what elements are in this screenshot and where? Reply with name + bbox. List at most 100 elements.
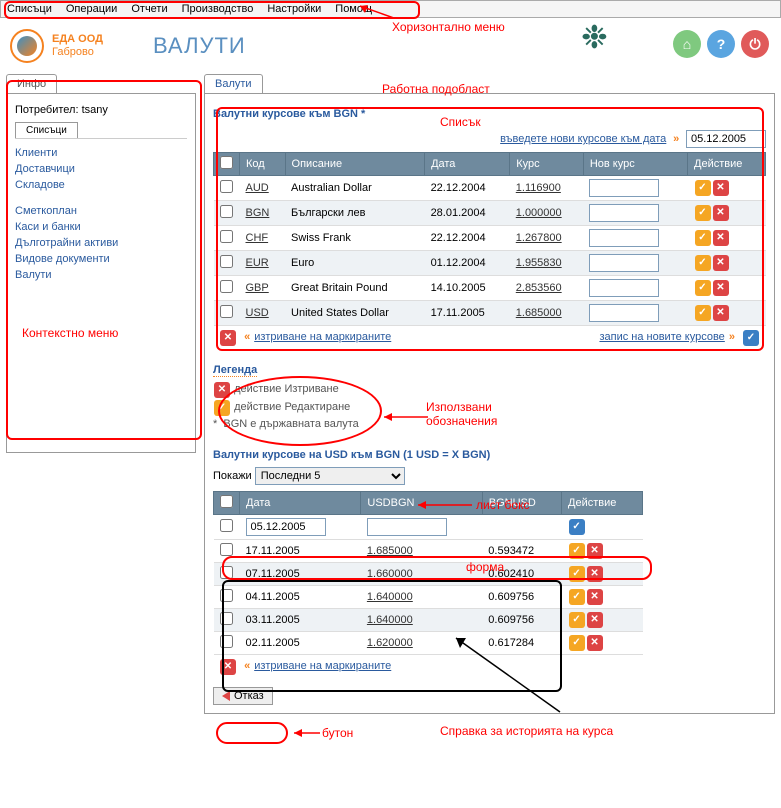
home-button[interactable]: ⌂ (673, 30, 701, 58)
delete-button[interactable]: ✕ (713, 205, 729, 221)
company-block: ЕДА ООД Габрово (52, 33, 103, 59)
currency-code-link[interactable]: EUR (246, 257, 269, 269)
form-usdbgn-input[interactable] (367, 518, 447, 536)
edit-button[interactable]: ✓ (569, 589, 585, 605)
delete-button[interactable]: ✕ (713, 305, 729, 321)
menu-help[interactable]: Помощ (335, 3, 372, 15)
new-rate-date-input[interactable] (686, 130, 766, 148)
delete-button[interactable]: ✕ (713, 280, 729, 296)
new-rate-input[interactable] (589, 254, 659, 272)
menu-lists[interactable]: Списъци (7, 3, 52, 15)
delete-icon: ✕ (220, 330, 236, 346)
hist-usdbgn[interactable]: 1.640000 (367, 591, 413, 603)
new-rate-input[interactable] (589, 229, 659, 247)
edit-button[interactable]: ✓ (569, 612, 585, 628)
sidebar-item-suppliers[interactable]: Доставчици (15, 161, 187, 177)
currency-code-link[interactable]: AUD (246, 182, 269, 194)
form-save-button[interactable]: ✓ (569, 519, 585, 535)
row-checkbox[interactable] (220, 635, 233, 648)
currency-code-link[interactable]: CHF (246, 232, 269, 244)
company-city: Габрово (52, 46, 103, 59)
rate-link[interactable]: 1.000000 (516, 207, 562, 219)
hummingbird-decoration: ❉ (581, 18, 661, 68)
edit-button[interactable]: ✓ (695, 230, 711, 246)
hcol-usdbgn: USDBGN (361, 492, 482, 515)
currency-code-link[interactable]: GBP (246, 282, 269, 294)
delete-marked-link[interactable]: изтриване на маркираните (254, 331, 391, 343)
edit-button[interactable]: ✓ (569, 566, 585, 582)
menu-reports[interactable]: Отчети (131, 3, 167, 15)
row-checkbox[interactable] (220, 180, 233, 193)
edit-button[interactable]: ✓ (569, 543, 585, 559)
row-checkbox[interactable] (220, 280, 233, 293)
row-checkbox[interactable] (220, 543, 233, 556)
col-newrate: Нов курс (583, 153, 687, 176)
rate-date: 14.10.2005 (425, 276, 510, 301)
save-new-rates-link[interactable]: запис на новите курсове (599, 331, 724, 343)
delete-button[interactable]: ✕ (587, 589, 603, 605)
edit-button[interactable]: ✓ (695, 255, 711, 271)
select-all-checkbox[interactable] (220, 156, 233, 169)
enter-new-rates-link[interactable]: въведете нови курсове към дата (500, 133, 666, 145)
legend-block: Легенда ✕ действие Изтриване ✓ действие … (213, 364, 766, 431)
new-rate-input[interactable] (589, 304, 659, 322)
row-checkbox[interactable] (220, 566, 233, 579)
delete-button[interactable]: ✕ (587, 635, 603, 651)
currency-code-link[interactable]: USD (246, 307, 269, 319)
currency-code-link[interactable]: BGN (246, 207, 270, 219)
help-button[interactable]: ? (707, 30, 735, 58)
delete-button[interactable]: ✕ (713, 230, 729, 246)
delete-button[interactable]: ✕ (587, 543, 603, 559)
edit-button[interactable]: ✓ (569, 635, 585, 651)
history-delete-marked-link[interactable]: изтриване на маркираните (254, 660, 391, 672)
hist-usdbgn[interactable]: 1.685000 (367, 545, 413, 557)
menu-production[interactable]: Производство (182, 3, 254, 15)
show-select[interactable]: Последни 5 (255, 467, 405, 485)
hist-usdbgn[interactable]: 1.640000 (367, 614, 413, 626)
rate-link[interactable]: 1.267800 (516, 232, 562, 244)
sidebar-item-accounts[interactable]: Сметкоплан (15, 203, 187, 219)
edit-button[interactable]: ✓ (695, 180, 711, 196)
delete-button[interactable]: ✕ (587, 566, 603, 582)
sidebar-item-assets[interactable]: Дълготрайни активи (15, 235, 187, 251)
delete-button[interactable]: ✕ (713, 180, 729, 196)
cancel-button[interactable]: Отказ (213, 687, 273, 705)
sidebar-item-doctypes[interactable]: Видове документи (15, 251, 187, 267)
edit-button[interactable]: ✓ (695, 305, 711, 321)
sidebar-item-clients[interactable]: Клиенти (15, 145, 187, 161)
rate-link[interactable]: 1.116900 (516, 182, 561, 194)
currencies-tab[interactable]: Валути (204, 74, 263, 93)
history-select-all[interactable] (220, 495, 233, 508)
row-checkbox[interactable] (220, 612, 233, 625)
hist-usdbgn[interactable]: 1.660000 (367, 568, 413, 580)
edit-button[interactable]: ✓ (695, 205, 711, 221)
sidebar-item-cash[interactable]: Каси и банки (15, 219, 187, 235)
row-checkbox[interactable] (220, 305, 233, 318)
menu-operations[interactable]: Операции (66, 3, 117, 15)
save-icon[interactable]: ✓ (743, 330, 759, 346)
hist-usdbgn[interactable]: 1.620000 (367, 637, 413, 649)
row-checkbox[interactable] (220, 230, 233, 243)
row-checkbox[interactable] (220, 205, 233, 218)
rate-link[interactable]: 1.685000 (516, 307, 562, 319)
new-rate-input[interactable] (589, 204, 659, 222)
sidebar-item-currencies[interactable]: Валути (15, 267, 187, 283)
edit-button[interactable]: ✓ (695, 280, 711, 296)
rate-link[interactable]: 2.853560 (516, 282, 562, 294)
lists-subtab[interactable]: Списъци (15, 122, 78, 138)
table-row: 02.11.20051.6200000.617284✓✕ (214, 632, 643, 655)
form-row-checkbox[interactable] (220, 519, 233, 532)
sidebar-item-warehouses[interactable]: Складове (15, 177, 187, 193)
delete-button[interactable]: ✕ (713, 255, 729, 271)
new-rate-input[interactable] (589, 279, 659, 297)
ann-history: Справка за историята на курса (440, 724, 613, 738)
rate-link[interactable]: 1.955830 (516, 257, 562, 269)
row-checkbox[interactable] (220, 255, 233, 268)
info-tab[interactable]: Инфо (6, 74, 57, 93)
delete-button[interactable]: ✕ (587, 612, 603, 628)
menu-settings[interactable]: Настройки (267, 3, 321, 15)
new-rate-input[interactable] (589, 179, 659, 197)
logout-button[interactable]: ⏻ (741, 30, 769, 58)
row-checkbox[interactable] (220, 589, 233, 602)
form-date-input[interactable] (246, 518, 326, 536)
